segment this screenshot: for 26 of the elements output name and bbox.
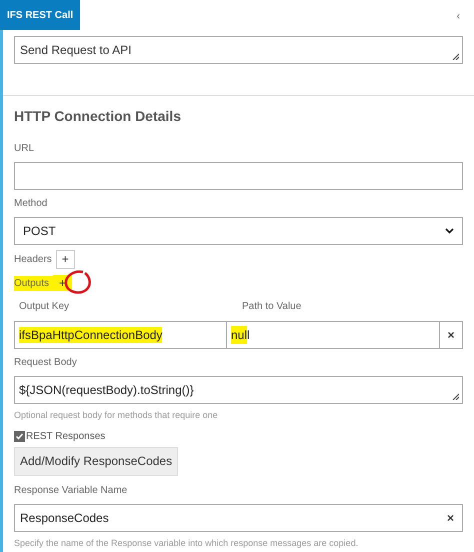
method-select[interactable]: POST — [14, 217, 463, 245]
checkbox-label: REST Responses — [26, 430, 106, 444]
resize-handle-icon[interactable] — [452, 53, 459, 60]
field-label: URL — [14, 143, 36, 155]
outputs-label: Outputs — [14, 276, 54, 290]
chevron-down-icon — [445, 228, 454, 234]
headers-label: Headers — [14, 252, 52, 266]
add-modify-button[interactable]: Add/Modify ResponseCodes — [14, 446, 178, 476]
response-variable-field[interactable]: ResponseCodes × — [14, 504, 463, 532]
hint-text: Specify the name of the Response variable into which response messages are copied. — [14, 536, 360, 550]
field-label: Response Variable Name — [14, 484, 128, 496]
hint-text: Optional request body for methods that require one — [14, 409, 219, 422]
url-field[interactable] — [14, 162, 463, 190]
request-body-textarea[interactable]: ${JSON(requestBody).toString()} — [14, 376, 463, 404]
resize-handle-icon[interactable] — [452, 393, 459, 400]
checkbox[interactable] — [14, 430, 25, 442]
section-heading: HTTP Connection Details — [14, 107, 182, 126]
field-label: Method — [14, 198, 48, 210]
panel-title: IFS REST Call — [0, 0, 80, 30]
add-header-button[interactable]: + — [56, 250, 75, 268]
field-label: Request Body — [14, 357, 78, 369]
collapse-icon[interactable]: ‹ — [456, 9, 460, 24]
column-header: Output Key — [18, 300, 70, 314]
clear-icon[interactable]: × — [446, 508, 454, 526]
name-textarea[interactable]: Send Request to API — [14, 36, 463, 64]
column-header: Path to Value — [241, 300, 302, 314]
